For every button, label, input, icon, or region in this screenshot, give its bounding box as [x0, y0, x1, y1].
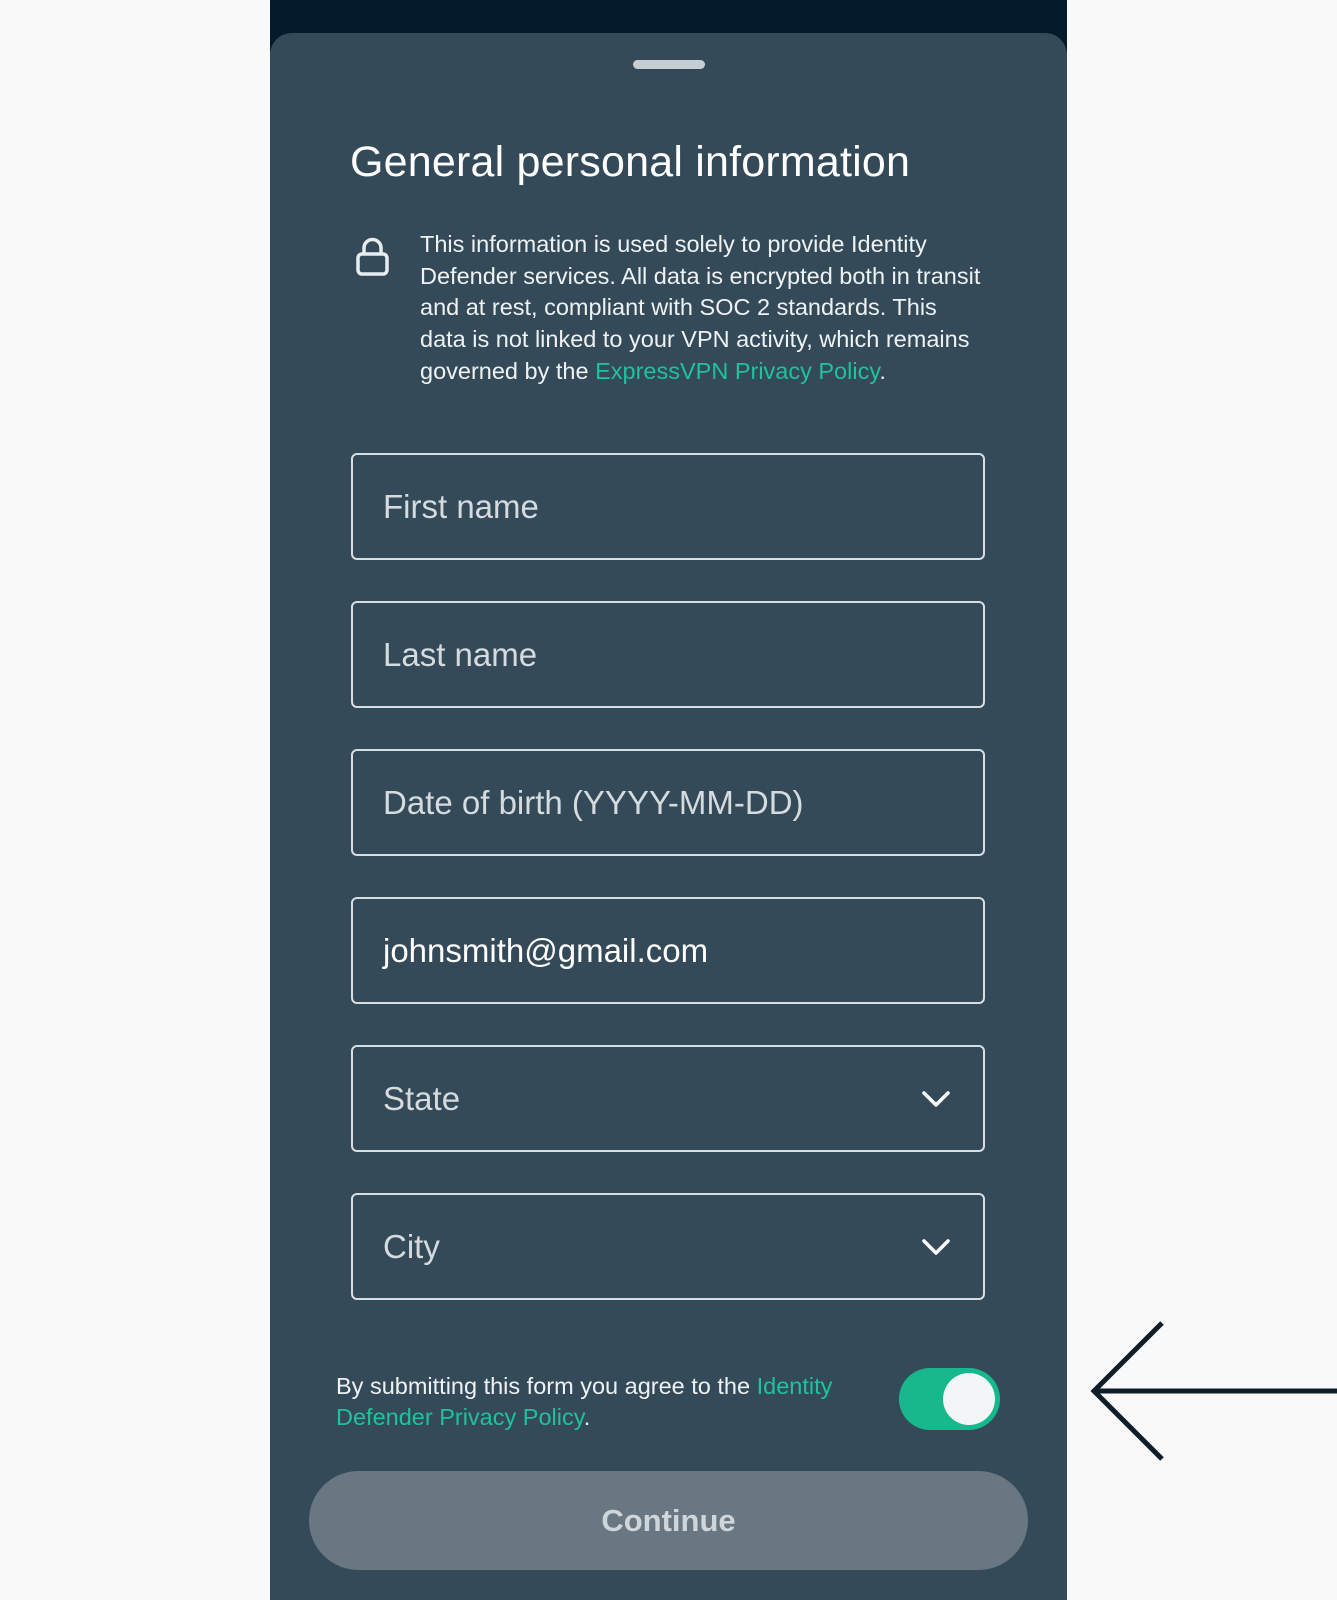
- sheet-drag-handle[interactable]: [633, 60, 705, 69]
- chevron-down-icon: [922, 1090, 950, 1107]
- sheet-title: General personal information: [350, 138, 911, 186]
- continue-button[interactable]: Continue: [309, 1471, 1028, 1570]
- consent-text: By submitting this form you agree to the…: [336, 1371, 896, 1433]
- date-of-birth-field[interactable]: Date of birth (YYYY-MM-DD): [351, 749, 985, 856]
- lock-icon: [356, 237, 389, 276]
- last-name-field[interactable]: Last name: [351, 601, 985, 708]
- chevron-down-icon: [922, 1238, 950, 1255]
- city-placeholder: City: [383, 1227, 440, 1265]
- consent-toggle[interactable]: [899, 1368, 1000, 1430]
- email-field[interactable]: johnsmith@gmail.com: [351, 897, 985, 1004]
- screen: General personal information This inform…: [0, 0, 1337, 1600]
- consent-suffix: .: [583, 1404, 591, 1430]
- first-name-placeholder: First name: [383, 487, 539, 525]
- left-arrow-icon: [1090, 1321, 1337, 1461]
- state-select[interactable]: State: [351, 1045, 985, 1152]
- city-select[interactable]: City: [351, 1193, 985, 1300]
- date-of-birth-placeholder: Date of birth (YYYY-MM-DD): [383, 783, 804, 821]
- first-name-field[interactable]: First name: [351, 453, 985, 560]
- email-value: johnsmith@gmail.com: [383, 931, 709, 969]
- privacy-notice-suffix: .: [879, 357, 886, 384]
- expressvpn-privacy-policy-link[interactable]: ExpressVPN Privacy Policy: [595, 358, 879, 384]
- state-placeholder: State: [383, 1079, 461, 1117]
- last-name-placeholder: Last name: [383, 635, 538, 673]
- bottom-sheet: General personal information This inform…: [270, 33, 1067, 1600]
- toggle-knob: [943, 1373, 995, 1425]
- consent-body: By submitting this form you agree to the: [336, 1373, 757, 1399]
- privacy-notice: This information is used solely to provi…: [350, 229, 990, 388]
- privacy-notice-text: This information is used solely to provi…: [420, 229, 985, 388]
